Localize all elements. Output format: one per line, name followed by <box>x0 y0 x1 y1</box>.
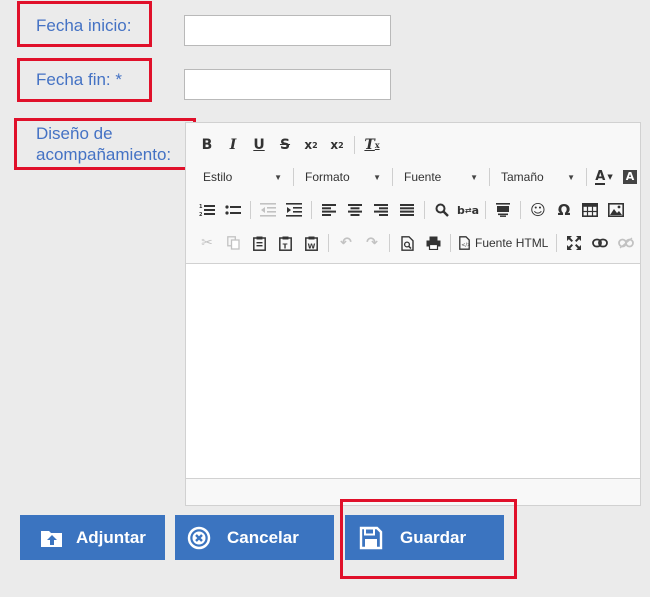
source-icon: </> <box>459 236 470 250</box>
replace-icon[interactable]: b ⇄ a <box>455 198 481 222</box>
superscript-icon[interactable]: x2 <box>324 133 350 157</box>
format-dropdown[interactable]: Formato ▼ <box>298 165 388 189</box>
bold-icon[interactable]: B <box>194 133 220 157</box>
toolbar-separator <box>250 201 251 219</box>
undo-icon[interactable]: ↶ <box>333 231 359 255</box>
style-dropdown-label: Estilo <box>203 170 233 184</box>
underline-icon[interactable]: U <box>246 133 272 157</box>
subscript-icon[interactable]: x2 <box>298 133 324 157</box>
floppy-disk-icon <box>359 526 383 550</box>
toolbar-separator <box>389 234 390 252</box>
design-label-line2: acompañamiento: <box>36 145 172 164</box>
align-center-icon[interactable] <box>342 198 368 222</box>
italic-icon[interactable]: I <box>220 133 246 157</box>
caret-down-icon: ▼ <box>470 172 478 182</box>
bulleted-list-icon[interactable] <box>220 198 246 222</box>
save-button[interactable]: Guardar <box>345 515 504 560</box>
start-date-label: Fecha inicio: <box>36 16 132 35</box>
maximize-icon[interactable] <box>561 231 587 255</box>
svg-text:2: 2 <box>199 212 203 217</box>
design-label-line1: Diseño de <box>36 124 113 143</box>
toolbar-separator <box>520 201 521 219</box>
svg-text:T: T <box>282 242 287 250</box>
font-dropdown-label: Fuente <box>404 170 442 184</box>
style-dropdown[interactable]: Estilo ▼ <box>196 165 289 189</box>
unlink-icon[interactable] <box>613 231 639 255</box>
select-all-icon[interactable] <box>490 198 516 222</box>
toolbar-separator <box>489 168 490 186</box>
toolbar-separator <box>392 168 393 186</box>
toolbar-separator <box>311 201 312 219</box>
editor-toolbar: B I U S x2 x2 Tx Estilo ▼ Formato ▼ Fuente… <box>186 123 640 264</box>
paste-word-icon[interactable]: W <box>298 231 324 255</box>
redo-icon[interactable]: ↷ <box>359 231 385 255</box>
toolbar-row-2: Estilo ▼ Formato ▼ Fuente ▼ Tamaño ▼ A ▼ A <box>196 162 640 192</box>
cancel-circle-icon <box>187 526 211 550</box>
numbered-list-icon[interactable]: 12 <box>194 198 220 222</box>
save-button-label: Guardar <box>400 527 467 547</box>
copy-icon[interactable] <box>220 231 246 255</box>
cancel-button-label: Cancelar <box>227 527 299 547</box>
image-icon[interactable] <box>603 198 629 222</box>
attach-button-label: Adjuntar <box>76 527 146 547</box>
align-justify-icon[interactable] <box>394 198 420 222</box>
link-icon[interactable] <box>587 231 613 255</box>
background-color-icon[interactable]: A <box>617 165 640 189</box>
editor-content-area[interactable] <box>186 264 640 480</box>
svg-text:W: W <box>307 242 315 250</box>
format-dropdown-label: Formato <box>305 170 350 184</box>
folder-upload-icon <box>40 528 64 548</box>
paste-text-icon[interactable]: T <box>272 231 298 255</box>
strikethrough-icon[interactable]: S <box>272 133 298 157</box>
svg-text:1: 1 <box>199 204 203 210</box>
toolbar-separator <box>586 168 587 186</box>
smiley-icon[interactable]: ☺ <box>525 198 551 222</box>
size-dropdown-label: Tamaño <box>501 170 544 184</box>
toolbar-separator <box>450 234 451 252</box>
remove-format-icon[interactable]: Tx <box>359 133 385 157</box>
cancel-button[interactable]: Cancelar <box>175 515 334 560</box>
toolbar-separator <box>424 201 425 219</box>
attach-button[interactable]: Adjuntar <box>20 515 165 560</box>
indent-icon[interactable] <box>281 198 307 222</box>
source-button[interactable]: </> Fuente HTML <box>455 231 552 255</box>
outdent-icon[interactable] <box>255 198 281 222</box>
toolbar-separator <box>556 234 558 252</box>
font-dropdown[interactable]: Fuente ▼ <box>397 165 485 189</box>
rich-text-editor: B I U S x2 x2 Tx Estilo ▼ Formato ▼ Fuente… <box>185 122 641 506</box>
start-date-input[interactable] <box>184 15 391 46</box>
toolbar-row-4: ✂ T W ↶ ↷ </> <box>194 228 639 258</box>
toolbar-separator <box>354 136 355 154</box>
caret-down-icon: ▼ <box>274 172 282 182</box>
find-icon[interactable] <box>429 198 455 222</box>
caret-down-icon: ▼ <box>567 172 575 182</box>
align-right-icon[interactable] <box>368 198 394 222</box>
toolbar-separator <box>293 168 294 186</box>
preview-icon[interactable] <box>394 231 420 255</box>
toolbar-row-1: B I U S x2 x2 Tx <box>194 130 385 160</box>
special-char-icon[interactable]: Ω <box>551 198 577 222</box>
end-date-input[interactable] <box>184 69 391 100</box>
size-dropdown[interactable]: Tamaño ▼ <box>494 165 582 189</box>
paste-icon[interactable] <box>246 231 272 255</box>
end-date-label: Fecha fin: * <box>36 70 122 89</box>
source-button-label: Fuente HTML <box>475 236 549 250</box>
table-icon[interactable] <box>577 198 603 222</box>
toolbar-row-3: 12 b ⇄ a ☺ Ω <box>194 195 629 225</box>
caret-down-icon: ▼ <box>373 172 381 182</box>
svg-text:</>: </> <box>461 243 470 249</box>
print-icon[interactable] <box>420 231 446 255</box>
cut-icon[interactable]: ✂ <box>194 231 220 255</box>
align-left-icon[interactable] <box>316 198 342 222</box>
text-color-icon[interactable]: A ▼ <box>591 165 617 189</box>
toolbar-separator <box>328 234 329 252</box>
design-label: Diseño de acompañamiento: <box>36 123 171 165</box>
toolbar-separator <box>485 201 486 219</box>
